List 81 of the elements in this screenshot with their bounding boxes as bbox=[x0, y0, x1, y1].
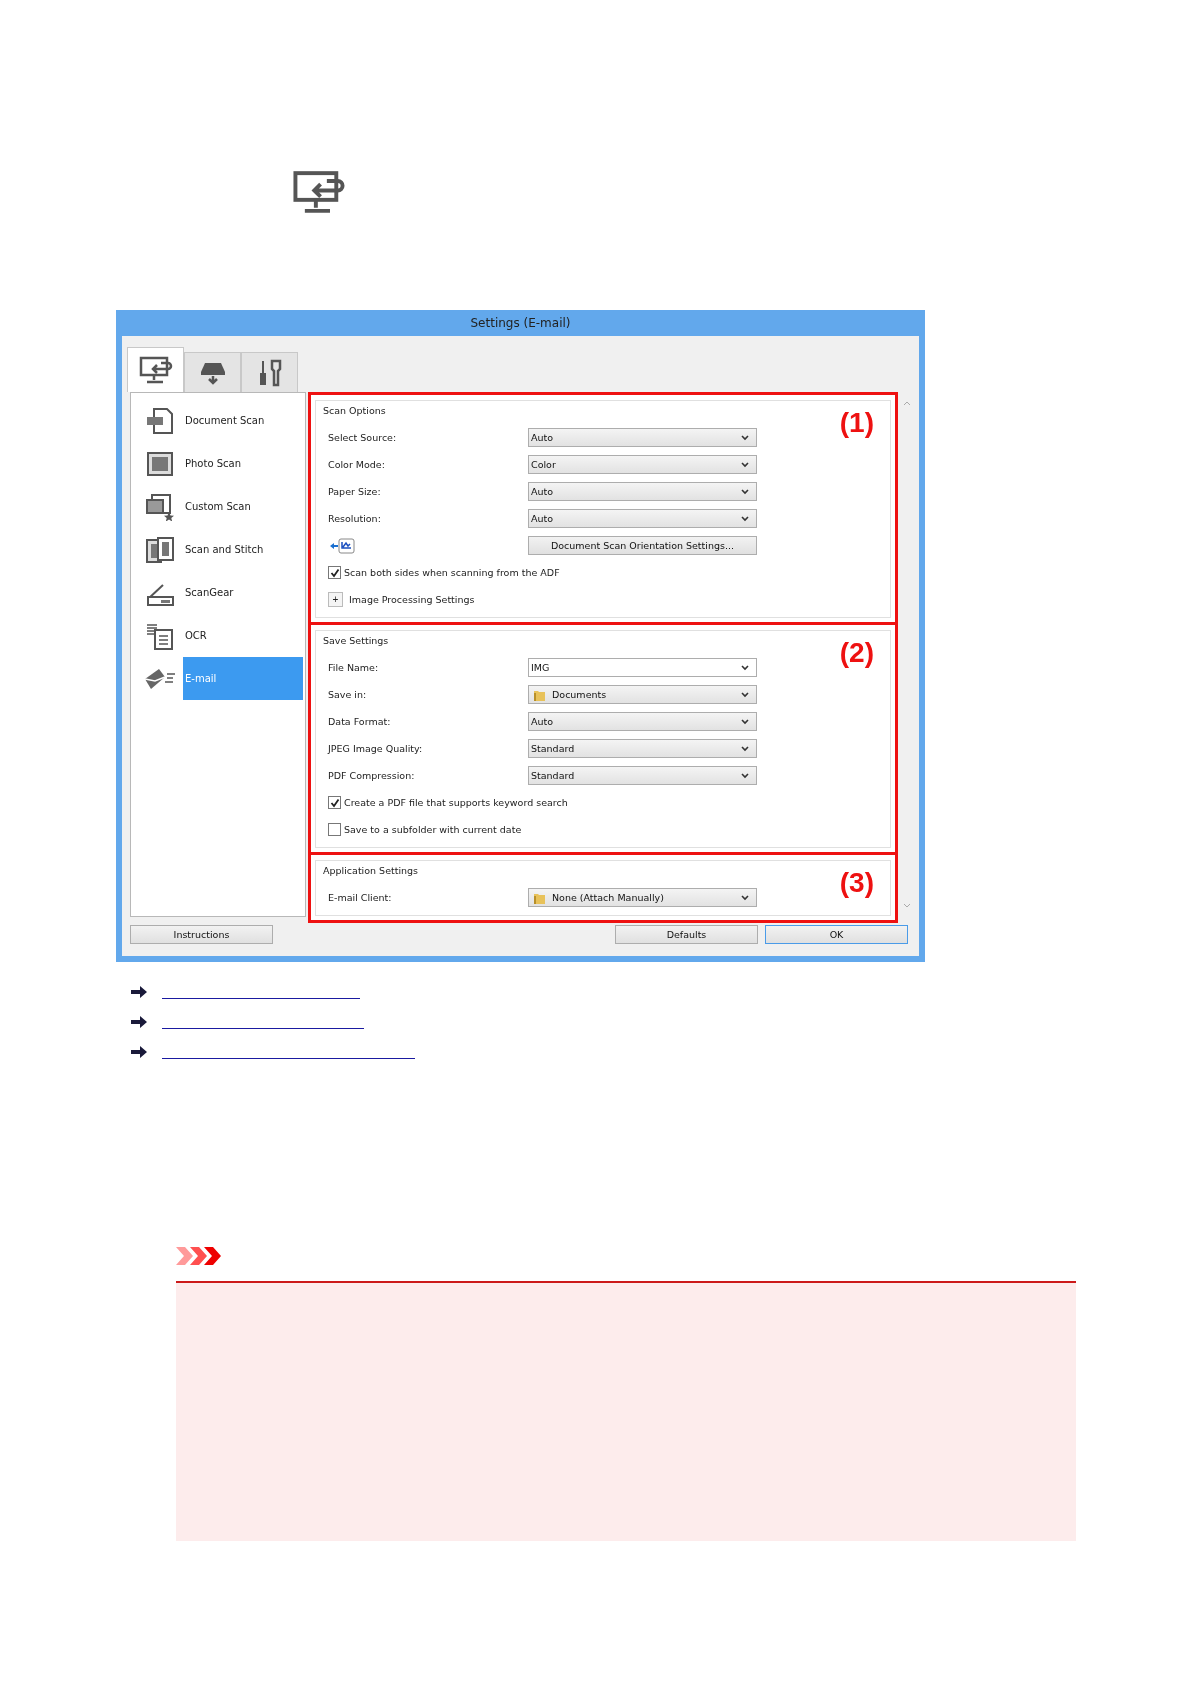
dropdown[interactable]: Auto bbox=[528, 482, 757, 501]
field-label: PDF Compression: bbox=[328, 770, 416, 781]
sidebar-item[interactable]: ScanGear bbox=[183, 571, 305, 614]
checkbox[interactable] bbox=[328, 566, 341, 579]
stitched-pages-icon bbox=[143, 535, 177, 564]
field-label: Color Mode: bbox=[328, 459, 386, 470]
tools-icon bbox=[257, 358, 282, 387]
field-label: File Name: bbox=[328, 662, 380, 673]
chevron-down-icon bbox=[740, 771, 750, 780]
group-title: Save Settings bbox=[321, 635, 391, 646]
checkmark-icon bbox=[329, 567, 340, 578]
checkbox-label: Create a PDF file that supports keyword search bbox=[344, 797, 568, 808]
tab[interactable] bbox=[184, 352, 241, 392]
dropdown[interactable]: Auto bbox=[528, 428, 757, 447]
dropdown[interactable]: IMG bbox=[528, 658, 757, 677]
field-label: Data Format: bbox=[328, 716, 392, 727]
group-title: Application Settings bbox=[321, 865, 421, 876]
scanner-icon bbox=[198, 360, 227, 385]
arrow-icon bbox=[130, 985, 148, 999]
field-label: JPEG Image Quality: bbox=[328, 743, 424, 754]
chevron-down-icon bbox=[740, 514, 750, 523]
field-label: Select Source: bbox=[328, 432, 398, 443]
checkbox-label: Scan both sides when scanning from the ADF bbox=[344, 567, 560, 578]
dropdown-value: Standard bbox=[531, 770, 576, 781]
checkbox-label: Save to a subfolder with current date bbox=[344, 824, 522, 835]
scroll-up-icon bbox=[903, 400, 911, 406]
dropdown-value: Standard bbox=[531, 743, 576, 754]
callout-number: (3) bbox=[839, 867, 874, 899]
dropdown[interactable]: Auto bbox=[528, 712, 757, 731]
chevron-down-icon bbox=[740, 717, 750, 726]
dropdown[interactable]: None (Attach Manually) bbox=[528, 888, 757, 907]
section-label: Image Processing Settings bbox=[349, 594, 475, 605]
field-label: Paper Size: bbox=[328, 486, 382, 497]
tab[interactable] bbox=[127, 347, 184, 392]
sidebar-item[interactable]: Custom Scan bbox=[183, 485, 305, 528]
sidebar-item[interactable]: OCR bbox=[183, 614, 305, 657]
sidebar-item[interactable]: Photo Scan bbox=[183, 442, 305, 485]
chevron-down-icon bbox=[740, 433, 750, 442]
dropdown-value: None (Attach Manually) bbox=[552, 892, 665, 903]
dropdown-value: IMG bbox=[531, 662, 551, 673]
group-title: Scan Options bbox=[321, 405, 388, 416]
dialog-button[interactable]: Defaults bbox=[615, 925, 758, 944]
checkmark-icon bbox=[329, 797, 340, 808]
expand-button[interactable]: + bbox=[328, 592, 343, 607]
computer-icon bbox=[138, 356, 173, 384]
dropdown-value: Documents bbox=[552, 689, 608, 700]
dropdown-value: Auto bbox=[531, 513, 555, 524]
chevrons-icon bbox=[176, 1245, 224, 1267]
scroll-down-icon bbox=[903, 903, 911, 909]
ok-button[interactable]: OK bbox=[765, 925, 908, 944]
orientation-settings-button[interactable]: Document Scan Orientation Settings... bbox=[528, 536, 757, 555]
tab[interactable] bbox=[241, 352, 298, 392]
checkbox[interactable] bbox=[328, 796, 341, 809]
field-label: Resolution: bbox=[328, 513, 382, 524]
dialog-button[interactable]: Instructions bbox=[130, 925, 273, 944]
dropdown[interactable]: Color bbox=[528, 455, 757, 474]
dropdown[interactable]: Standard bbox=[528, 766, 757, 785]
chevron-down-icon bbox=[740, 663, 750, 672]
dropdown[interactable]: Documents bbox=[528, 685, 757, 704]
chevron-down-icon bbox=[740, 744, 750, 753]
arrow-icon bbox=[130, 1015, 148, 1029]
arrow-icon bbox=[130, 1045, 148, 1059]
chevron-down-icon bbox=[740, 487, 750, 496]
field-label: E-mail Client: bbox=[328, 892, 393, 903]
window-title: Settings (E-mail) bbox=[470, 316, 571, 330]
sidebar-item[interactable]: Scan and Stitch bbox=[183, 528, 305, 571]
checkbox[interactable] bbox=[328, 823, 341, 836]
orientation-icon bbox=[328, 536, 356, 555]
chevron-down-icon bbox=[740, 893, 750, 902]
dropdown[interactable]: Standard bbox=[528, 739, 757, 758]
dropdown-value: Color bbox=[531, 459, 557, 470]
chevron-down-icon bbox=[740, 460, 750, 469]
dropdown-value: Auto bbox=[531, 716, 555, 727]
chevron-down-icon bbox=[740, 690, 750, 699]
field-label: Save in: bbox=[328, 689, 368, 700]
dropdown-value: Auto bbox=[531, 486, 555, 497]
callout-number: (2) bbox=[839, 637, 874, 669]
dropdown-value: Auto bbox=[531, 432, 555, 443]
sidebar-item[interactable]: Document Scan bbox=[183, 399, 305, 442]
callout-number: (1) bbox=[839, 407, 874, 439]
dropdown[interactable]: Auto bbox=[528, 509, 757, 528]
